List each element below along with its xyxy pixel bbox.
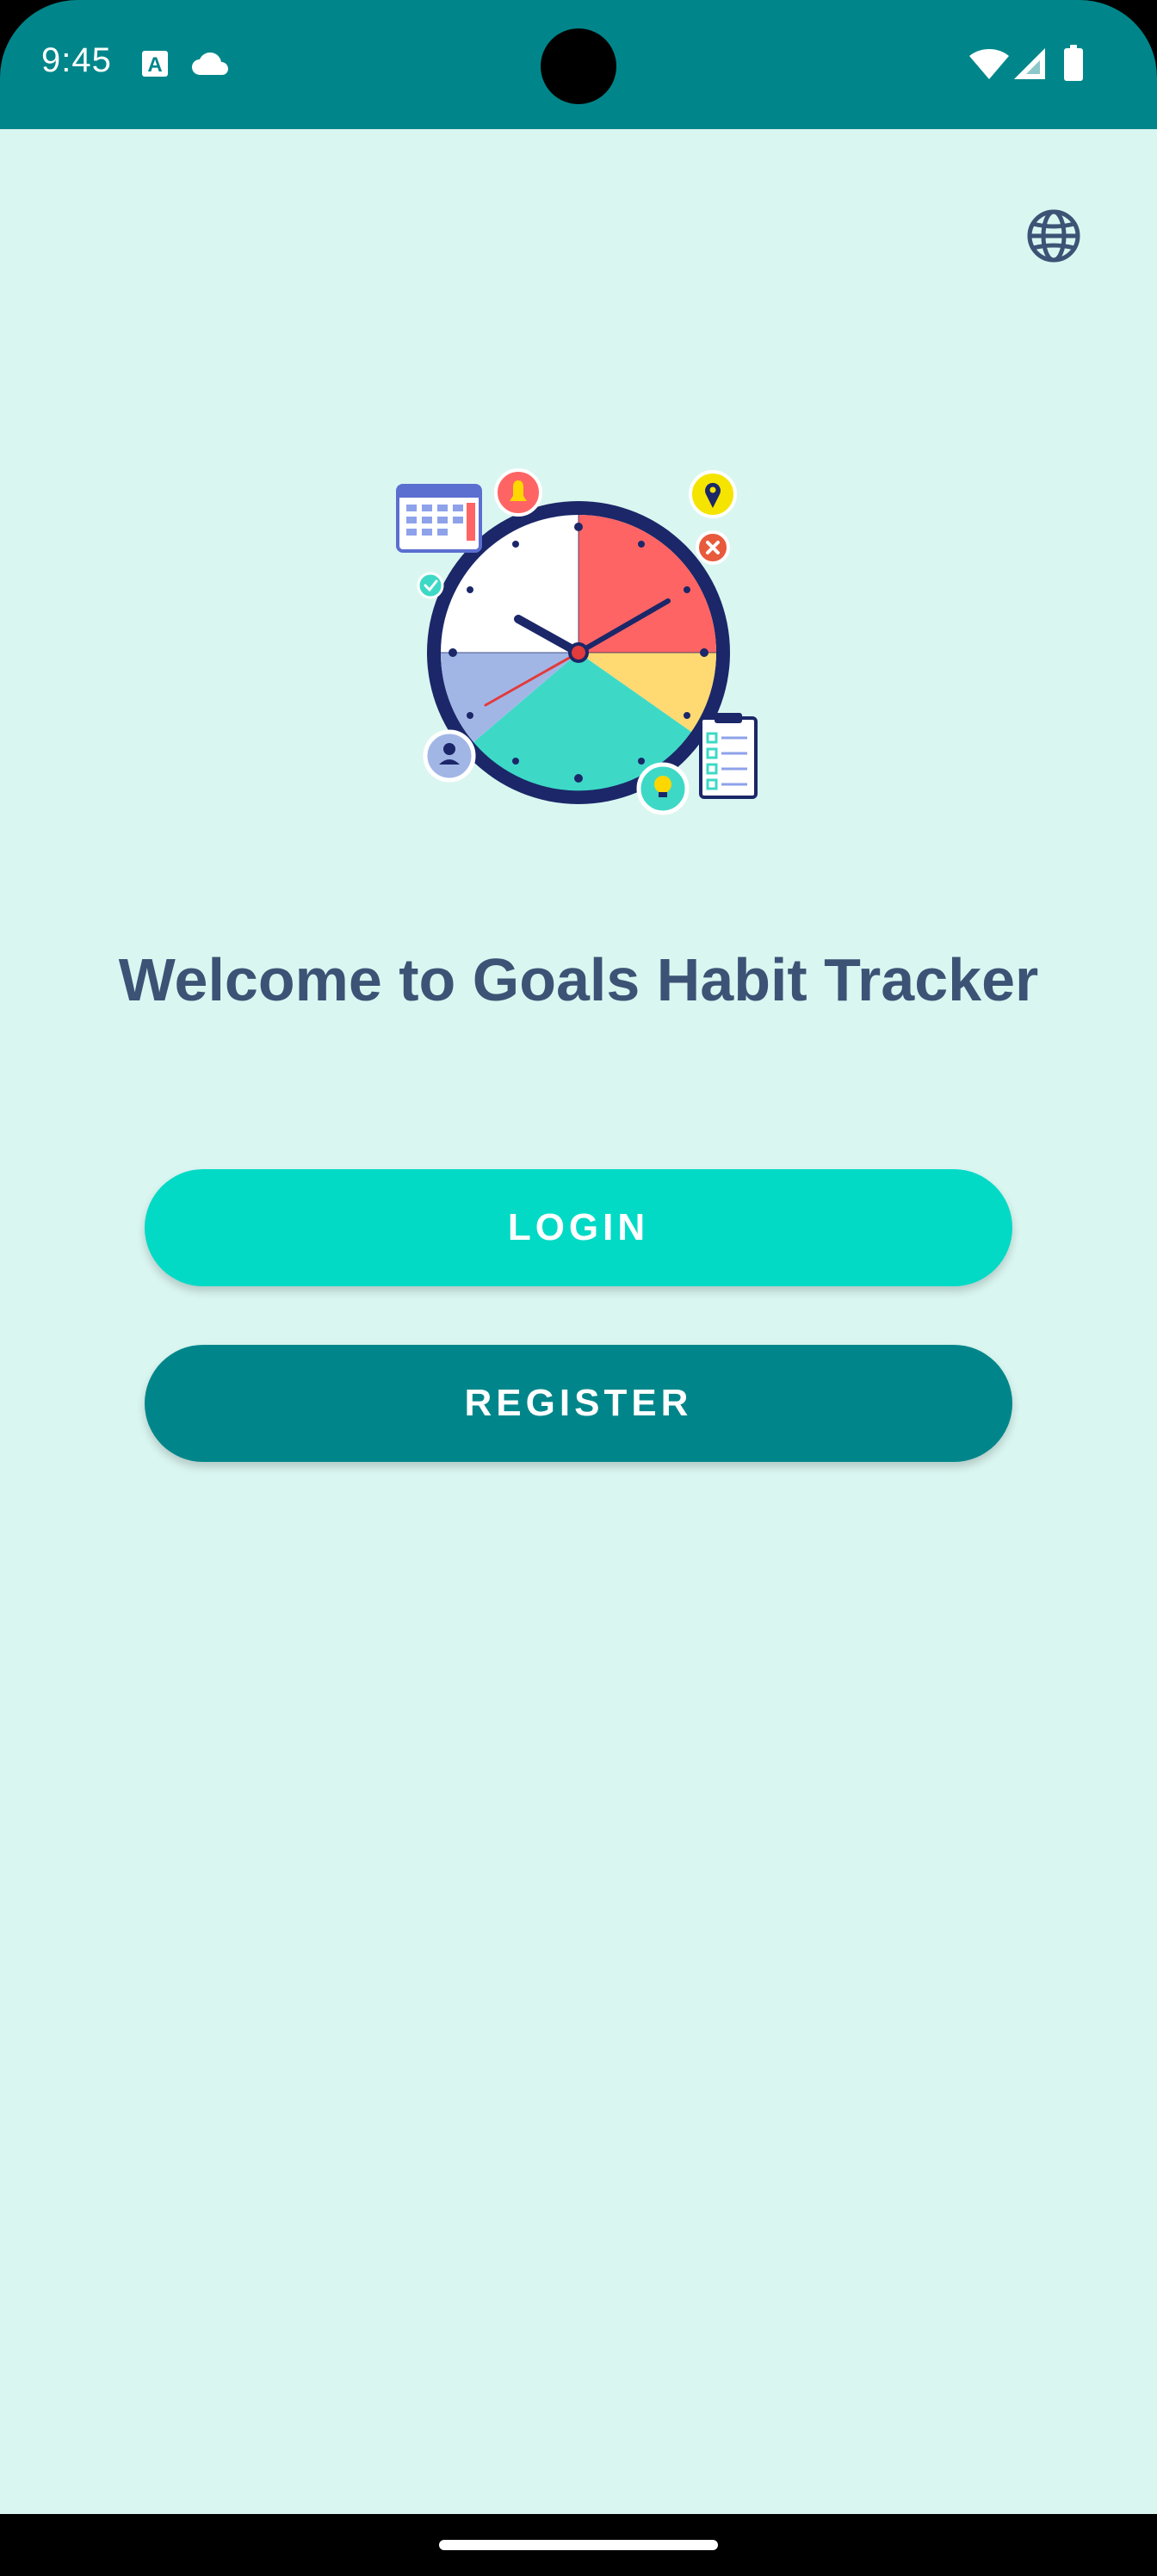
cellular-signal-icon bbox=[1014, 48, 1045, 84]
gesture-navigation-handle[interactable] bbox=[439, 2540, 718, 2550]
welcome-title: Welcome to Goals Habit Tracker bbox=[118, 946, 1039, 1013]
register-button[interactable]: REGISTER bbox=[145, 1345, 1012, 1462]
cloud-icon bbox=[191, 52, 229, 80]
camera-cutout bbox=[541, 28, 616, 104]
battery-icon bbox=[1064, 45, 1083, 85]
text-notification-icon: A bbox=[141, 50, 169, 82]
login-button[interactable]: LOGIN bbox=[145, 1169, 1012, 1286]
clock-schedule-illustration bbox=[389, 461, 768, 840]
status-bar: 9:45 A bbox=[0, 0, 1157, 129]
language-button[interactable] bbox=[1021, 203, 1086, 269]
status-time: 9:45 bbox=[41, 41, 112, 79]
app-screen: 9:45 A Welcome to Goals Habit Tracker LO… bbox=[0, 0, 1157, 2576]
wifi-icon bbox=[969, 48, 1009, 84]
globe-icon bbox=[1027, 209, 1080, 263]
svg-text:A: A bbox=[147, 53, 162, 77]
